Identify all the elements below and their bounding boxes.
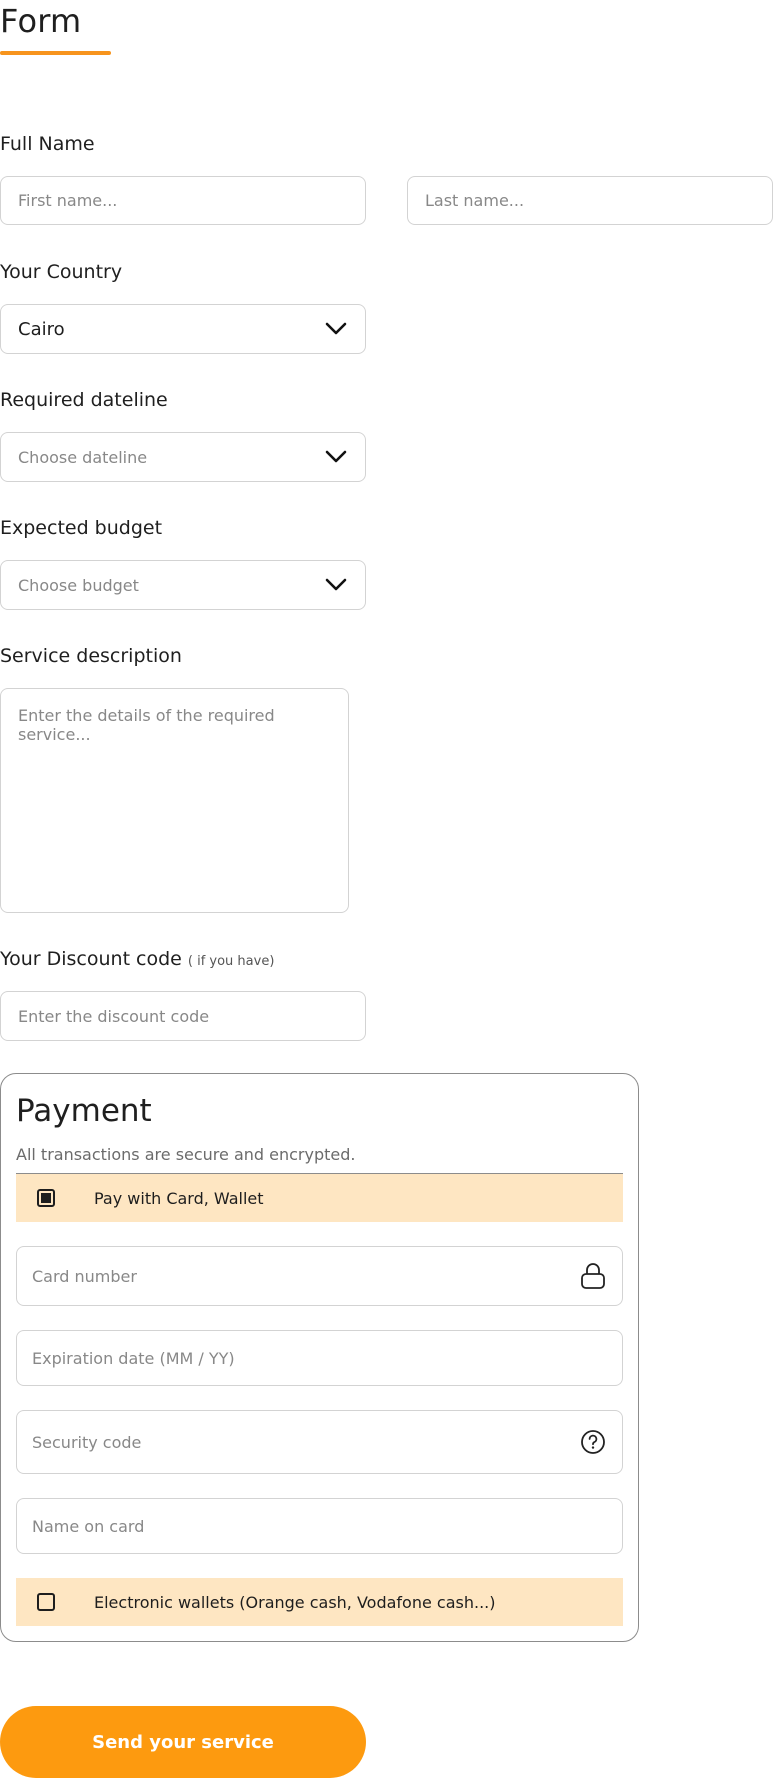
dateline-label: Required dateline	[0, 389, 168, 411]
budget-select[interactable]: Choose budget	[0, 560, 366, 610]
card-number-field[interactable]: Card number	[16, 1246, 623, 1306]
description-textarea[interactable]: Enter the details of the required servic…	[0, 688, 349, 913]
lock-icon	[581, 1263, 605, 1289]
help-circle-icon[interactable]	[580, 1429, 606, 1455]
chevron-down-icon	[325, 450, 347, 463]
card-wallet-label: Pay with Card, Wallet	[94, 1188, 264, 1208]
electronic-wallets-label: Electronic wallets (Orange cash, Vodafon…	[94, 1592, 496, 1612]
security-code-field[interactable]: Security code	[16, 1410, 623, 1474]
first-name-placeholder: First name...	[18, 191, 118, 210]
chevron-down-icon	[325, 322, 347, 335]
payment-subtitle: All transactions are secure and encrypte…	[16, 1145, 356, 1164]
name-on-card-field[interactable]: Name on card	[16, 1498, 623, 1554]
expiration-placeholder: Expiration date (MM / YY)	[32, 1348, 235, 1368]
electronic-wallets-option[interactable]: Electronic wallets (Orange cash, Vodafon…	[16, 1578, 623, 1626]
country-label: Your Country	[0, 261, 123, 283]
budget-placeholder: Choose budget	[18, 575, 139, 595]
description-placeholder: Enter the details of the required servic…	[18, 706, 275, 744]
dateline-placeholder: Choose dateline	[18, 447, 148, 467]
page-title: Form	[0, 2, 82, 40]
send-service-button[interactable]: Send your service	[0, 1706, 366, 1778]
electronic-wallets-checkbox[interactable]	[37, 1593, 55, 1611]
last-name-placeholder: Last name...	[425, 191, 525, 210]
payment-title: Payment	[16, 1093, 152, 1129]
discount-field[interactable]: Enter the discount code	[0, 991, 366, 1041]
discount-note: ( if you have)	[187, 954, 275, 969]
budget-label: Expected budget	[0, 517, 163, 539]
country-value: Cairo	[18, 318, 65, 340]
description-label: Service description	[0, 645, 182, 667]
country-select[interactable]: Cairo	[0, 304, 366, 354]
discount-placeholder: Enter the discount code	[18, 1006, 210, 1026]
card-number-placeholder: Card number	[32, 1266, 137, 1286]
chevron-down-icon	[325, 578, 347, 591]
last-name-field[interactable]: Last name...	[407, 176, 773, 225]
full-name-label: Full Name	[0, 133, 95, 155]
title-underline	[0, 51, 111, 55]
card-wallet-checkbox[interactable]	[37, 1189, 55, 1207]
first-name-field[interactable]: First name...	[0, 176, 366, 225]
security-placeholder: Security code	[32, 1432, 142, 1452]
card-wallet-option[interactable]: Pay with Card, Wallet	[16, 1174, 623, 1222]
expiration-field[interactable]: Expiration date (MM / YY)	[16, 1330, 623, 1386]
discount-label-text: Your Discount code	[0, 948, 182, 970]
discount-label: Your Discount code ( if you have)	[0, 948, 274, 970]
dateline-select[interactable]: Choose dateline	[0, 432, 366, 482]
name-on-card-placeholder: Name on card	[32, 1516, 145, 1536]
